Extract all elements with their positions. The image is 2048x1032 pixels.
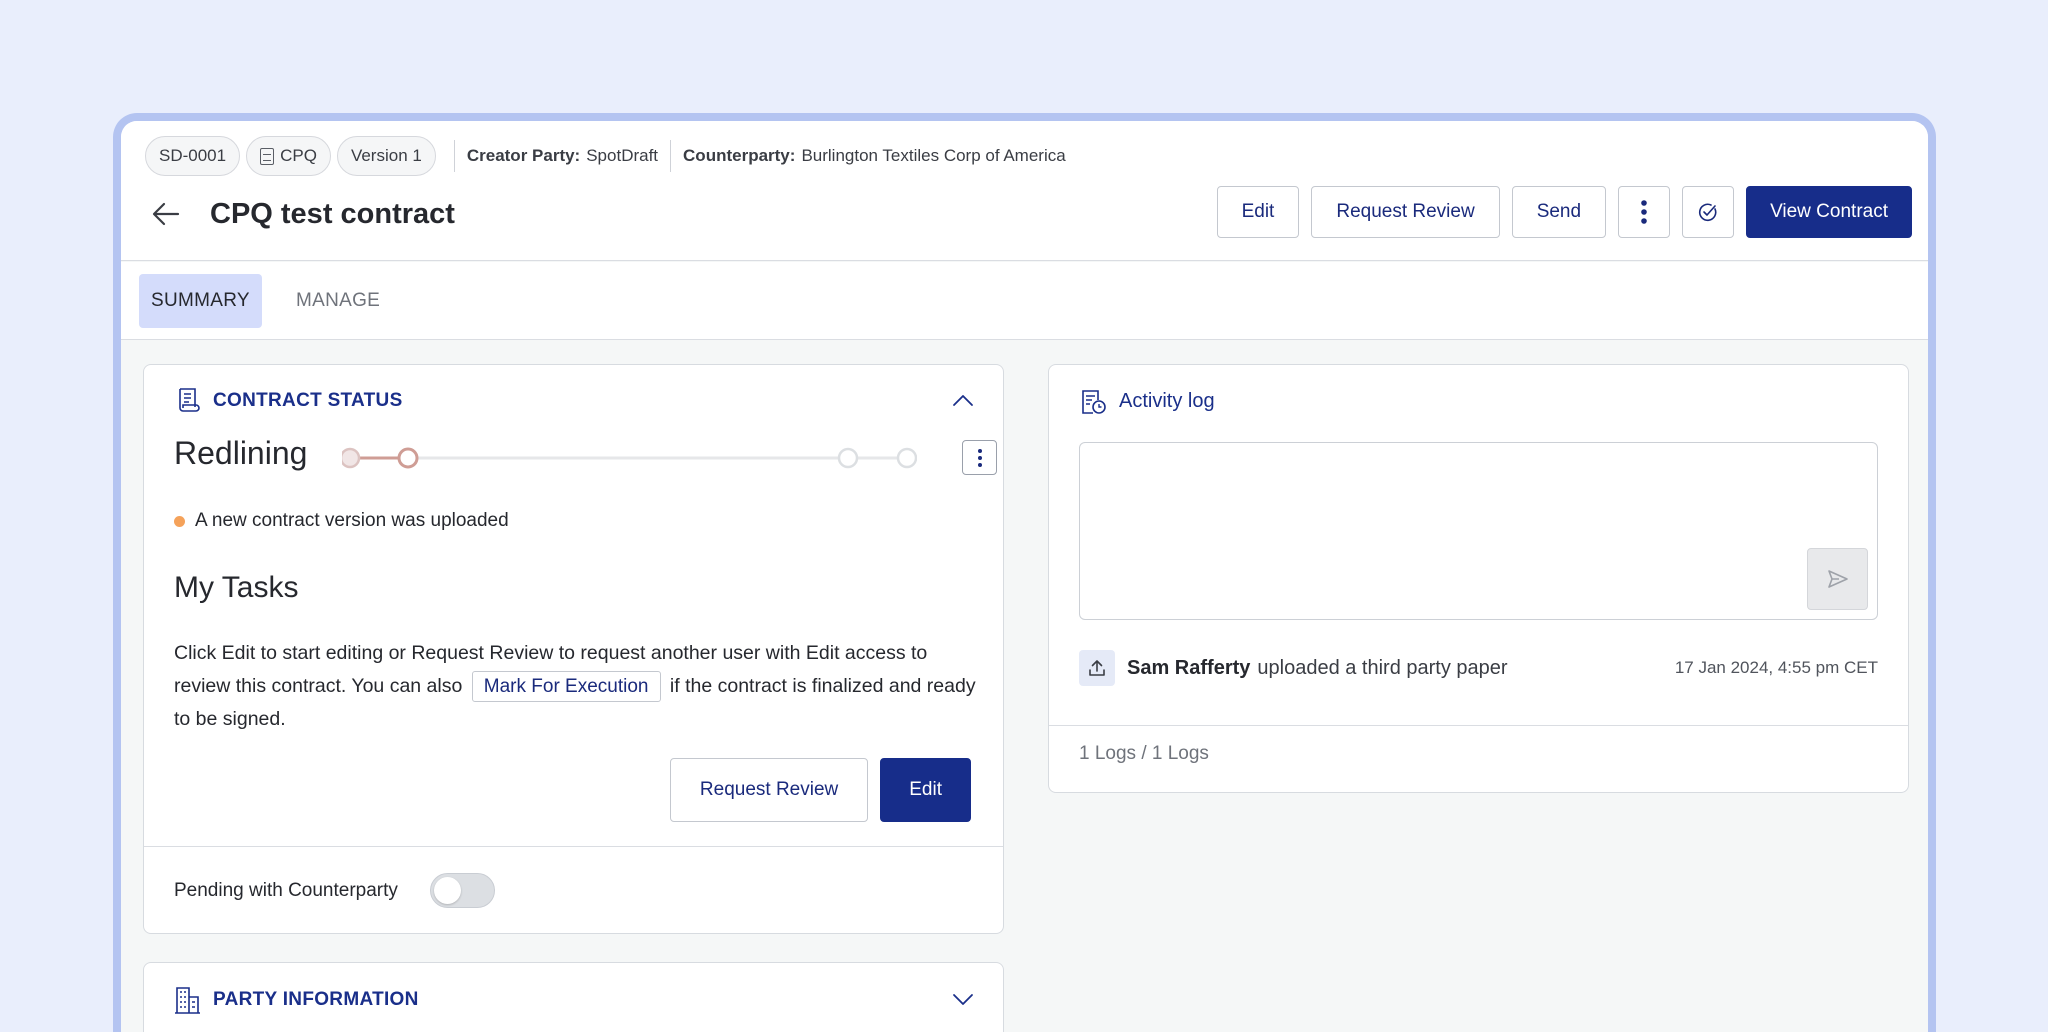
divider xyxy=(453,140,455,172)
mark-for-execution-button[interactable]: Mark For Execution xyxy=(471,671,661,702)
contract-meta-row: SD-0001 CPQ Version 1 Creator Party: Spo… xyxy=(145,136,1066,176)
activity-log-card: Activity log Sam Rafferty uploaded a thi… xyxy=(1048,364,1909,793)
creator-party-value: SpotDraft xyxy=(586,146,659,165)
contract-id: SD-0001 xyxy=(159,146,227,165)
version-label: Version 1 xyxy=(350,146,422,165)
stage-menu-button[interactable] xyxy=(962,440,997,475)
stage-stepper xyxy=(342,447,917,469)
creator-party-label: Creator Party: xyxy=(466,146,581,165)
send-icon xyxy=(1827,570,1848,588)
contract-status-card: CONTRACT STATUS Redlining A new contract… xyxy=(143,364,1004,934)
stage-dot-4 xyxy=(896,447,917,469)
tab-summary[interactable]: SUMMARY xyxy=(139,274,262,328)
back-arrow-icon[interactable] xyxy=(151,199,181,229)
activity-log-icon xyxy=(1082,390,1106,414)
list-item: Sam Rafferty uploaded a third party pape… xyxy=(1079,650,1878,686)
log-user[interactable]: Sam Rafferty xyxy=(1127,657,1250,680)
app-window: SD-0001 CPQ Version 1 Creator Party: Spo… xyxy=(113,113,1936,1032)
party-information-card: PARTY INFORMATION xyxy=(143,962,1004,1032)
current-stage: Redlining xyxy=(174,435,308,471)
comment-input-frame xyxy=(1079,442,1878,620)
status-note-text: A new contract version was uploaded xyxy=(195,510,509,531)
party-information-header[interactable]: PARTY INFORMATION xyxy=(174,985,419,1015)
stage-dot-3 xyxy=(837,447,859,469)
log-timestamp: 17 Jan 2024, 4:55 pm CET xyxy=(1674,658,1878,677)
more-actions-button[interactable] xyxy=(1618,186,1671,238)
pending-label: Pending with Counterparty xyxy=(174,879,398,901)
activity-log-header: Activity log xyxy=(1079,387,1215,415)
view-contract-button[interactable]: View Contract xyxy=(1746,186,1912,238)
status-dot-icon xyxy=(174,515,185,527)
divider xyxy=(670,140,672,172)
kebab-menu-icon xyxy=(1641,200,1647,224)
request-review-button[interactable]: Request Review xyxy=(1311,186,1500,238)
contract-document-icon xyxy=(179,388,200,412)
log-entry-icon xyxy=(1079,650,1115,686)
edit-button[interactable]: Edit xyxy=(1216,186,1300,238)
my-tasks-description: Click Edit to start editing or Request R… xyxy=(174,637,984,736)
send-comment-button[interactable] xyxy=(1807,548,1868,610)
contract-type: CPQ xyxy=(280,146,317,165)
chevron-up-icon[interactable] xyxy=(949,387,977,415)
counterparty-value: Burlington Textiles Corp of America xyxy=(801,146,1066,165)
log-count: 1 Logs / 1 Logs xyxy=(1079,743,1209,764)
creator-party: Creator Party: SpotDraft xyxy=(467,146,658,166)
stage-dot-1 xyxy=(342,447,361,469)
check-circle-icon xyxy=(1698,203,1717,222)
tab-bar: SUMMARY MANAGE xyxy=(121,262,1928,340)
pending-toggle[interactable] xyxy=(429,873,495,908)
stage-dot-2 xyxy=(397,447,419,469)
contract-id-chip: SD-0001 xyxy=(145,136,241,176)
request-review-button[interactable]: Request Review xyxy=(669,758,869,822)
send-button[interactable]: Send xyxy=(1511,186,1607,238)
task-actions: Request Review Edit xyxy=(669,758,971,822)
kebab-menu-icon xyxy=(977,448,982,453)
pending-with-counterparty: Pending with Counterparty xyxy=(174,873,495,908)
approvals-button[interactable] xyxy=(1682,186,1735,238)
document-icon xyxy=(260,147,275,165)
my-tasks-title: My Tasks xyxy=(174,571,299,604)
party-information-title: PARTY INFORMATION xyxy=(213,989,419,1010)
header-actions: Edit Request Review Send View Contract xyxy=(1216,186,1912,238)
contract-type-chip: CPQ xyxy=(246,136,331,176)
version-chip[interactable]: Version 1 xyxy=(336,136,436,176)
edit-button[interactable]: Edit xyxy=(880,758,971,822)
log-action: uploaded a third party paper xyxy=(1257,656,1508,679)
contract-header: SD-0001 CPQ Version 1 Creator Party: Spo… xyxy=(121,121,1928,261)
upload-icon xyxy=(1089,660,1105,676)
status-note: A new contract version was uploaded xyxy=(174,510,509,532)
divider xyxy=(1049,725,1908,726)
divider xyxy=(144,846,1003,847)
page-title: CPQ test contract xyxy=(210,198,455,230)
counterparty-label: Counterparty: xyxy=(683,146,796,165)
activity-log-title: Activity log xyxy=(1119,389,1215,412)
building-icon xyxy=(175,987,200,1014)
chevron-down-icon[interactable] xyxy=(949,985,977,1013)
counterparty: Counterparty: Burlington Textiles Corp o… xyxy=(683,146,1066,166)
contract-status-header[interactable]: CONTRACT STATUS xyxy=(174,387,403,414)
tab-manage[interactable]: MANAGE xyxy=(284,274,392,328)
contract-status-title: CONTRACT STATUS xyxy=(213,389,403,411)
